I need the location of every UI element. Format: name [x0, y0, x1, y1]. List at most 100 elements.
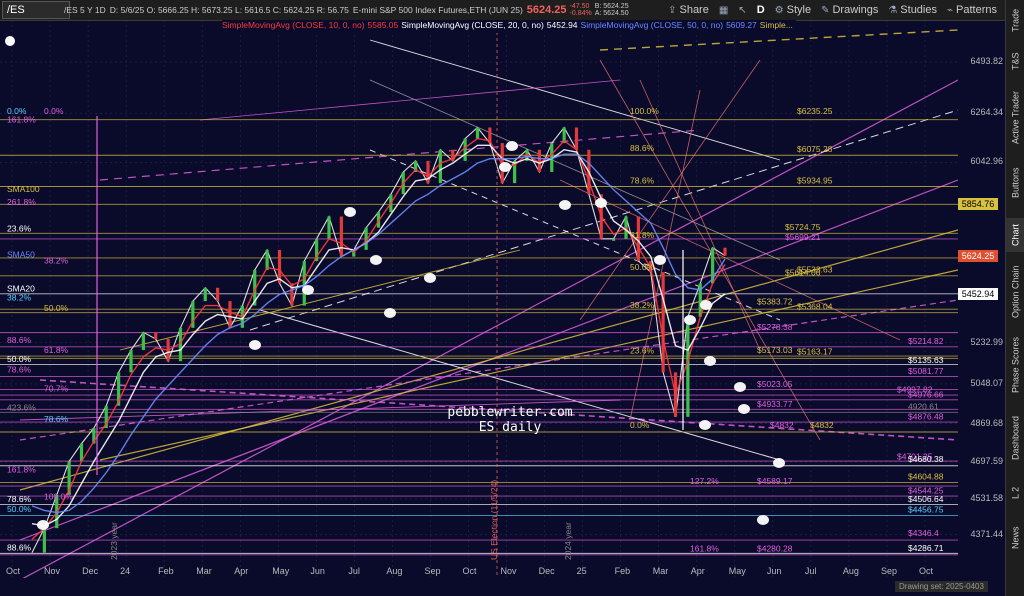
time-tick: Oct: [6, 566, 21, 576]
candle-bar: [686, 316, 690, 417]
share-label: Share: [679, 4, 709, 16]
level-label: 4920.61: [908, 402, 939, 412]
price-tick: 4371.44: [970, 528, 1003, 539]
level-label: $4456.75: [908, 505, 944, 515]
study-legend-item[interactable]: SimpleMovingAvg (CLOSE, 20, 0, no): [401, 20, 544, 33]
time-tick: Apr: [690, 566, 705, 576]
study-legend-item[interactable]: 5452.94: [547, 20, 578, 33]
level-label: $4280.28: [757, 544, 793, 554]
price-tick: 4531.58: [970, 492, 1003, 503]
price-tick: 4697.59: [970, 455, 1003, 466]
level-label: 23.6%: [7, 224, 32, 234]
grid-icon: ▦: [718, 4, 729, 16]
side-tab-t-s[interactable]: T&S: [1006, 46, 1024, 76]
time-tick: Jun: [310, 566, 325, 576]
side-tab-l-2[interactable]: L 2: [1006, 478, 1024, 508]
price-axis[interactable]: 6493.82 6264.34 6042.96 5232.99 5048.07 4869.…: [958, 34, 1005, 578]
candle-bar: [216, 287, 220, 302]
drawings-label: Drawings: [832, 4, 879, 16]
side-tab-chart[interactable]: Chart: [1006, 218, 1024, 252]
pivot-marker: [344, 207, 356, 217]
share-button[interactable]: ⇪ Share: [668, 4, 709, 16]
bid-ask: B: 5624.25 A: 5624.50: [595, 3, 629, 17]
settings-icon[interactable]: [5, 36, 15, 46]
drawings-button[interactable]: ✎ Drawings: [821, 4, 878, 16]
patterns-button[interactable]: ⌁ Patterns: [947, 4, 997, 16]
level-label: 261.8%: [7, 197, 36, 207]
watermark: pebblewriter.com ES daily: [430, 405, 590, 435]
symbol-input[interactable]: /ES: [2, 1, 70, 19]
candle-bar: [438, 149, 442, 184]
studies-button[interactable]: ⚗ Studies: [888, 4, 937, 16]
timeframe-label: D: [756, 4, 765, 16]
side-tab-dashboard[interactable]: Dashboard: [1006, 408, 1024, 468]
time-tick: 24: [120, 566, 131, 576]
level-label: 127.2%: [690, 476, 719, 486]
time-tick: Aug: [842, 566, 859, 576]
time-tick: Dec: [538, 566, 555, 576]
study-legend-item[interactable]: 5585.05: [368, 20, 399, 33]
level-label: $5214.82: [908, 336, 944, 346]
price-tick: 6264.34: [970, 107, 1003, 118]
candle-bar: [661, 272, 665, 373]
side-tab-phase-scores[interactable]: Phase Scores: [1006, 332, 1024, 398]
level-label: $4604.88: [908, 471, 944, 481]
timeframe-button[interactable]: D: [757, 4, 765, 16]
time-tick: May: [728, 566, 746, 576]
cursor-button[interactable]: ↖: [738, 5, 746, 16]
level-label: $5173.03: [757, 345, 793, 355]
pencil-icon: ✎: [821, 4, 830, 16]
level-label: 78.6%: [630, 175, 655, 185]
gear-icon: ⚙: [774, 4, 784, 16]
bid-value: B: 5624.25: [594, 3, 629, 10]
pivot-marker: [684, 315, 696, 325]
time-tick: Feb: [614, 566, 631, 576]
pivot-marker: [424, 273, 436, 283]
time-tick: Jul: [348, 566, 360, 576]
price-tick: 5048.07: [970, 377, 1003, 388]
time-tick: Dec: [82, 566, 99, 576]
studies-legend: SimpleMovingAvg (CLOSE, 10, 0, no) 5585.0…: [222, 20, 796, 33]
level-label: 50.0%: [7, 354, 32, 364]
vertical-annotation: 2024 year: [563, 522, 573, 560]
level-label: 0.0%: [630, 420, 650, 430]
level-label: $4832: [810, 420, 834, 430]
quote-header: /ES 5 Y 1D D: 5/6/25 O: 5666.25 H: 5673.…: [64, 2, 629, 18]
level-label: $4933.77: [757, 399, 793, 409]
side-tab-option-chain[interactable]: Option Chain: [1006, 262, 1024, 322]
level-label: $5081.77: [908, 366, 944, 376]
change-percent: -0.84%: [569, 10, 592, 17]
patterns-icon: ⌁: [947, 4, 954, 16]
candle-bar: [129, 350, 133, 373]
drawing-set-label[interactable]: Drawing set: 2025-0403: [895, 581, 988, 592]
style-button[interactable]: ⚙ Style: [775, 4, 811, 16]
time-tick: Feb: [158, 566, 174, 576]
side-tab-buttons[interactable]: Buttons: [1006, 158, 1024, 208]
time-tick: May: [272, 566, 290, 576]
level-label: 161.8%: [7, 114, 36, 124]
study-legend-item[interactable]: SimpleMovingAvg (CLOSE, 10, 0, no): [222, 20, 365, 33]
pivot-marker: [506, 141, 518, 151]
side-tab-active-trader[interactable]: Active Trader: [1006, 86, 1024, 148]
bottom-bar: [0, 578, 1005, 596]
level-label: 50.0%: [7, 504, 32, 514]
pivot-marker: [704, 356, 716, 366]
price-chart[interactable]: 100.0% $6235.25 $6075.28 88.6% 78.6% $5934.95…: [0, 20, 958, 580]
level-label: 50.0%: [630, 262, 655, 272]
level-label: $5135.63: [908, 355, 944, 365]
chart-description: /ES 5 Y 1D: [64, 5, 106, 15]
time-tick: Apr: [234, 566, 249, 576]
last-price-marker: 5854.76: [958, 198, 998, 211]
candle-bar: [537, 149, 541, 173]
side-tab-news[interactable]: News: [1006, 518, 1024, 558]
candle-bar: [612, 238, 616, 241]
level-label: $5278.38: [757, 322, 793, 332]
time-tick: Oct: [919, 566, 934, 576]
last-price-marker: 5452.94: [958, 287, 998, 300]
grid-icon-button[interactable]: ▦: [719, 5, 728, 16]
study-legend-item[interactable]: Simple...: [760, 20, 793, 33]
study-legend-item[interactable]: 5609.27: [726, 20, 757, 33]
side-tab-trade[interactable]: Trade: [1006, 4, 1024, 36]
study-legend-item[interactable]: SimpleMovingAvg (CLOSE, 50, 0, no): [581, 20, 724, 33]
candle-bar: [203, 287, 207, 302]
